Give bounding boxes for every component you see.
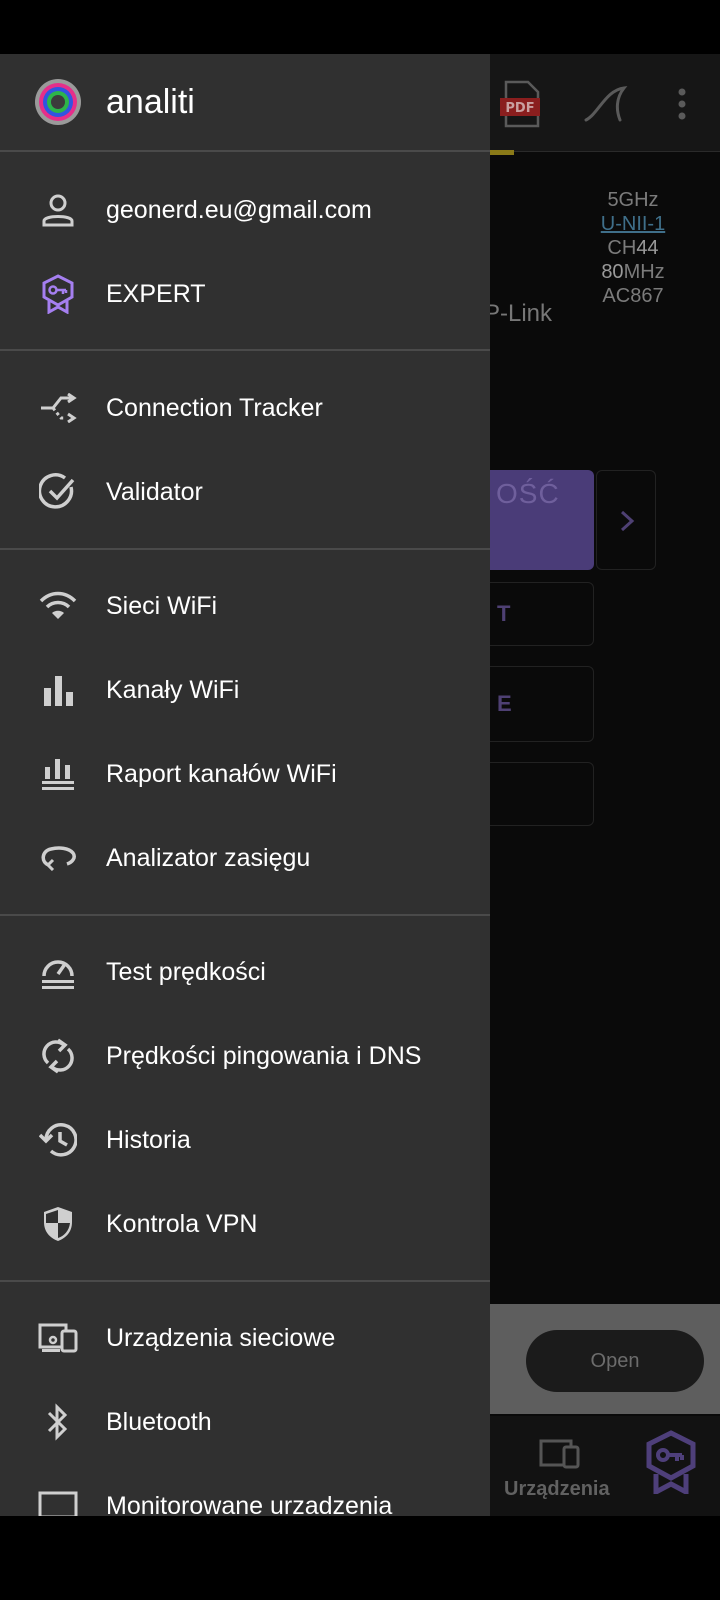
menu-item-label: Bluetooth xyxy=(106,1408,212,1436)
expert-badge-icon xyxy=(38,274,78,314)
menu-item-account[interactable]: geonerd.eu@gmail.com xyxy=(0,168,490,252)
drawer-header: analiti xyxy=(0,54,490,152)
network-info: 5GHz U-NII-1 CH44 80MHz AC867 xyxy=(588,188,678,308)
section-divider xyxy=(0,1280,490,1282)
chevron-right-icon xyxy=(620,510,635,532)
bar-chart-icon xyxy=(38,670,78,710)
menu-item-wifi-channels[interactable]: Kanały WiFi xyxy=(0,648,490,732)
menu-item-label: Prędkości pingowania i DNS xyxy=(106,1042,422,1070)
menu-item-label: Raport kanałów WiFi xyxy=(106,760,337,788)
more-vert-icon[interactable] xyxy=(672,84,692,124)
next-button[interactable] xyxy=(596,470,656,570)
nav-devices-label[interactable]: Urządzenia xyxy=(504,1478,610,1501)
wifi-icon xyxy=(38,586,78,626)
menu-item-vpn-control[interactable]: Kontrola VPN xyxy=(0,1182,490,1266)
menu-item-label: Sieci WiFi xyxy=(106,592,218,620)
sync-icon xyxy=(38,1036,78,1076)
network-devices-icon xyxy=(38,1318,78,1358)
bluetooth-icon xyxy=(38,1402,78,1442)
menu-item-monitored-devices[interactable]: Monitorowane urzadzenia xyxy=(0,1464,490,1516)
expert-badge-icon[interactable] xyxy=(644,1430,698,1494)
pdf-export-icon[interactable]: PDF xyxy=(500,80,544,128)
menu-item-label: Test prędkości xyxy=(106,958,266,986)
menu-item-label: Kanały WiFi xyxy=(106,676,240,704)
app-name: analiti xyxy=(106,83,195,121)
history-icon xyxy=(38,1120,78,1160)
shield-icon xyxy=(38,1204,78,1244)
menu-item-connection-tracker[interactable]: Connection Tracker xyxy=(0,366,490,450)
range-analyzer-icon xyxy=(38,838,78,878)
menu-item-label: Validator xyxy=(106,478,203,506)
menu-item-history[interactable]: Historia xyxy=(0,1098,490,1182)
channel-report-icon xyxy=(38,754,78,794)
menu-item-label: geonerd.eu@gmail.com xyxy=(106,196,372,224)
menu-item-label: Connection Tracker xyxy=(106,394,323,422)
menu-item-validator[interactable]: Validator xyxy=(0,450,490,534)
svg-text:PDF: PDF xyxy=(505,101,534,116)
devices-icon[interactable] xyxy=(538,1438,582,1470)
speed-test-button-label: OŚĆ xyxy=(496,478,560,509)
menu-item-wifi-channel-report[interactable]: Raport kanałów WiFi xyxy=(0,732,490,816)
network-ssid: P-Link xyxy=(484,300,553,327)
validator-check-icon xyxy=(38,472,78,512)
app-logo-icon xyxy=(35,79,81,125)
unii-link[interactable]: U-NII-1 xyxy=(588,212,678,236)
navigation-drawer: analiti geonerd.eu@gmail.com EXPERT Conn… xyxy=(0,54,490,1516)
connection-tracker-icon xyxy=(38,388,78,428)
menu-item-bluetooth[interactable]: Bluetooth xyxy=(0,1380,490,1464)
menu-item-wifi-networks[interactable]: Sieci WiFi xyxy=(0,564,490,648)
section-divider xyxy=(0,349,490,351)
menu-item-label: Historia xyxy=(106,1126,191,1154)
person-icon xyxy=(38,190,78,230)
menu-item-ping-dns[interactable]: Prędkości pingowania i DNS xyxy=(0,1014,490,1098)
speedometer-icon xyxy=(38,952,78,992)
menu-item-label: EXPERT xyxy=(106,280,206,308)
menu-item-network-devices[interactable]: Urządzenia sieciowe xyxy=(0,1296,490,1380)
ad-open-button[interactable]: Open xyxy=(526,1330,704,1392)
monitor-icon xyxy=(38,1486,78,1516)
menu-item-speed-test[interactable]: Test prędkości xyxy=(0,930,490,1014)
menu-item-label: Kontrola VPN xyxy=(106,1210,258,1238)
section-divider xyxy=(0,914,490,916)
menu-item-expert[interactable]: EXPERT xyxy=(0,252,490,336)
section-divider xyxy=(0,548,490,550)
menu-item-range-analyzer[interactable]: Analizator zasięgu xyxy=(0,816,490,900)
menu-item-label: Monitorowane urzadzenia xyxy=(106,1492,393,1516)
shark-fin-icon[interactable] xyxy=(584,84,630,124)
menu-item-label: Urządzenia sieciowe xyxy=(106,1324,336,1352)
menu-item-label: Analizator zasięgu xyxy=(106,844,311,872)
